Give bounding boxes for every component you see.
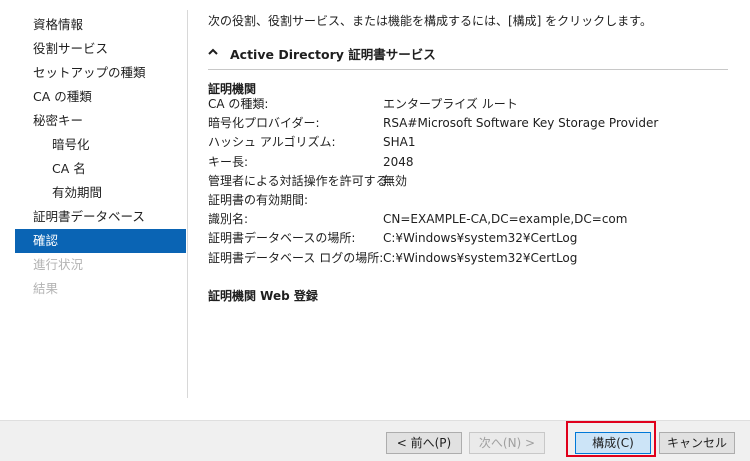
row-value: RSA#Microsoft Software Key Storage Provi… [383,116,659,131]
row-label: 暗号化プロバイダー: [208,116,320,131]
row-value: 2048 [383,154,414,169]
nav-item[interactable]: 有効期間 [15,181,186,205]
nav-item[interactable]: セットアップの種類 [15,61,186,85]
row-label: 管理者による対話操作を許可する: [208,173,392,188]
vertical-divider [187,10,188,398]
nav-item[interactable]: 資格情報 [15,13,186,37]
cancel-button[interactable]: キャンセル [659,432,735,454]
summary-row: キー長: 2048 [208,153,738,172]
row-label: 識別名: [208,212,249,227]
row-label: 証明書データベース ログの場所: [208,250,384,265]
row-value: エンタープライズ ルート [383,97,518,111]
summary-row: 識別名: CN=EXAMPLE-CA,DC=example,DC=com [208,210,738,229]
row-value: C:¥Windows¥system32¥CertLog [383,231,578,246]
row-value: C:¥Windows¥system32¥CertLog [383,250,578,265]
row-label: 証明書データベースの場所: [208,231,356,246]
wizard-navigation: 資格情報 役割サービス セットアップの種類 CA の種類 秘密キー 暗号化 CA 名有効期間… [0,0,188,420]
nav-item: 進行状況 [33,257,84,272]
instruction-text: 次の役割、役割サービス、または機能を構成するには、[構成] をクリックします。 [208,14,652,28]
summary-row: ハッシュ アルゴリズム: SHA1 [208,133,738,152]
highlight-box [566,421,656,457]
summary-row: 暗号化プロバイダー: RSA#Microsoft Software Key Sto… [208,114,738,133]
row-label: 証明書の有効期間: [208,193,309,207]
row-value: CN=EXAMPLE-CA,DC=example,DC=com [383,212,628,227]
nav-item: 結果 [33,281,59,296]
nav-item[interactable]: 暗号化 [15,133,186,157]
row-label: CA の種類: [208,97,269,111]
section-divider [208,69,728,70]
confirmation-panel: 次の役割、役割サービス、または機能を構成するには、[構成] をクリックします。 … [208,0,738,420]
nav-item[interactable]: 確認 [15,229,186,253]
next-button: 次へ(N) > [469,432,545,454]
nav-item[interactable]: 証明書データベース [15,205,186,229]
group-heading-web-enrollment: 証明機関 Web 登録 [208,289,318,303]
nav-item[interactable]: 秘密キー [15,109,186,133]
section-title: Active Directory 証明書サービス [230,47,436,62]
summary-row: 管理者による対話操作を許可する: 無効 [208,172,738,191]
previous-button[interactable]: < 前へ(P) [386,432,462,454]
nav-item[interactable]: 役割サービス [15,37,186,61]
summary-row: 証明書の有効期間: [208,191,738,210]
nav-item[interactable]: CA の種類 [15,85,186,109]
summary-row: CA の種類: エンタープライズ ルート [208,95,738,114]
summary-row: 証明書データベースの場所: C:¥Windows¥system32¥CertLog [208,229,738,248]
row-label: ハッシュ アルゴリズム: [208,135,336,150]
summary-row: 証明書データベース ログの場所: C:¥Windows¥system32¥Cert… [208,249,738,268]
row-value: SHA1 [383,135,416,150]
row-label: キー長: [208,154,249,169]
row-value: 無効 [383,173,408,188]
nav-item[interactable]: CA 名 [15,157,186,181]
chevron-up-icon[interactable] [208,47,218,57]
